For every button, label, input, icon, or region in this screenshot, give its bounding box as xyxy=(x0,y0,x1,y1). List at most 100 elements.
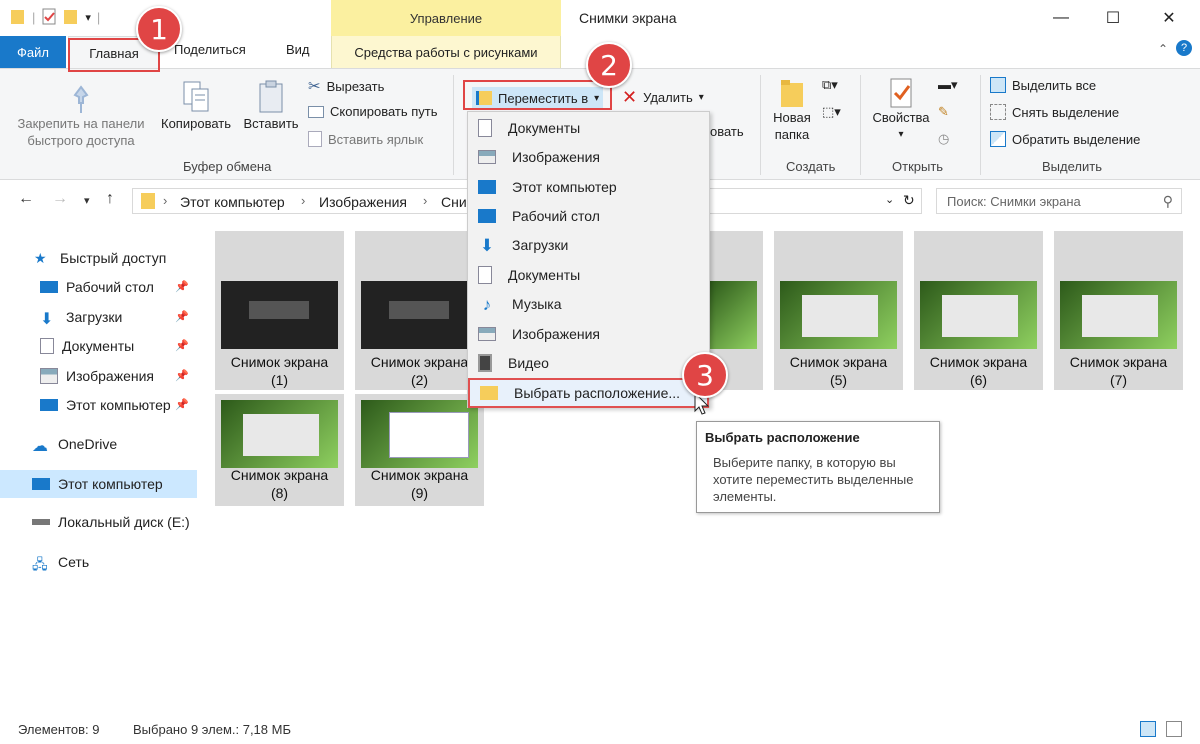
ribbon-collapse-icon[interactable]: ⌃ xyxy=(1158,42,1168,56)
thumbnail xyxy=(780,281,897,349)
sidebar-item-pictures[interactable]: Изображения 📌 xyxy=(0,363,197,389)
edit-icon[interactable]: ✎ xyxy=(938,104,949,120)
properties-icon[interactable] xyxy=(41,8,57,26)
pin-icon: 📌 xyxy=(175,281,189,293)
file-name: Снимок экрана (1) xyxy=(230,354,329,388)
sidebar-item-label: Этот компьютер xyxy=(66,397,171,413)
new-folder-icon[interactable] xyxy=(63,8,79,26)
back-icon[interactable]: ← xyxy=(18,190,34,208)
sidebar-item-desktop[interactable]: Рабочий стол 📌 xyxy=(0,274,197,300)
new-item-icon[interactable]: ⧉▾ xyxy=(822,77,838,93)
minimize-button[interactable]: — xyxy=(1038,0,1084,36)
download-icon: ⬇ xyxy=(479,235,495,255)
file-name: Снимок экрана (2) xyxy=(370,354,469,388)
chevron-down-icon: ▾ xyxy=(898,129,904,140)
delete-button[interactable]: ✕ Удалить ▾ xyxy=(622,87,704,108)
sidebar-item-network[interactable]: 🖧 Сеть xyxy=(0,549,197,575)
sidebar-item-this-pc[interactable]: Этот компьютер xyxy=(0,470,197,498)
address-dropdown-icon[interactable]: ⌄ xyxy=(885,193,894,206)
open-group-label: Открыть xyxy=(892,159,944,174)
refresh-icon[interactable]: ↻ xyxy=(903,192,915,209)
select-all-label: Выделить все xyxy=(1012,77,1097,93)
easy-access-icon[interactable]: ⬚▾ xyxy=(822,104,841,120)
breadcrumb-separator: › xyxy=(423,193,428,208)
select-none-button[interactable]: Снять выделение xyxy=(990,104,1119,120)
paste-button[interactable]: Вставить xyxy=(238,79,304,132)
breadcrumb-item[interactable]: Этот компьютер xyxy=(180,194,285,210)
sidebar-item-this-pc-pinned[interactable]: Этот компьютер 📌 xyxy=(0,392,197,418)
recent-locations-icon[interactable]: ▾ xyxy=(84,194,90,207)
close-button[interactable]: ✕ xyxy=(1146,0,1192,36)
sidebar-item-downloads[interactable]: ⬇ Загрузки 📌 xyxy=(0,304,197,330)
search-input[interactable]: Поиск: Снимки экрана ⚲ xyxy=(936,188,1182,214)
pin-label: Закрепить на панели быстрого доступа xyxy=(17,116,145,148)
large-icons-view-icon[interactable] xyxy=(1166,721,1182,737)
callout-3: 3 xyxy=(682,352,728,398)
menu-item-label: Выбрать расположение... xyxy=(514,385,681,401)
file-tile[interactable]: Снимок экрана (5) xyxy=(774,231,903,390)
tab-share[interactable]: Поделиться xyxy=(174,42,246,57)
file-tile[interactable]: Снимок экрана (7) xyxy=(1054,231,1183,390)
menu-item-label: Изображения xyxy=(512,325,600,342)
menu-item-label: Видео xyxy=(508,354,549,371)
highlight-move-to xyxy=(463,80,612,110)
menu-item-documents-2[interactable]: Документы xyxy=(468,260,709,289)
menu-item-documents[interactable]: Документы xyxy=(468,113,709,142)
file-tile[interactable]: Снимок экрана (2) xyxy=(355,231,484,390)
menu-item-this-pc[interactable]: Этот компьютер xyxy=(468,172,709,201)
history-icon[interactable]: ◷ xyxy=(938,131,949,147)
details-view-icon[interactable] xyxy=(1140,721,1156,737)
up-icon[interactable]: ↑ xyxy=(106,190,114,208)
invert-selection-button[interactable]: Обратить выделение xyxy=(990,131,1140,147)
menu-item-label: Этот компьютер xyxy=(512,178,617,195)
file-tile[interactable]: Снимок экрана (8) xyxy=(215,394,344,506)
file-tile[interactable]: Снимок экрана (6) xyxy=(914,231,1043,390)
select-all-button[interactable]: Выделить все xyxy=(990,77,1096,93)
menu-item-label: Документы xyxy=(508,266,581,283)
new-folder-button[interactable]: Новая папка xyxy=(766,77,818,143)
pin-quick-access-button[interactable]: Закрепить на панели быстрого доступа xyxy=(8,85,154,149)
copy-path-button[interactable]: Скопировать путь xyxy=(308,104,438,119)
open-icon[interactable]: ▬▾ xyxy=(938,77,958,93)
breadcrumb-item[interactable]: Изображения xyxy=(319,194,407,210)
breadcrumb-separator: › xyxy=(301,193,306,208)
menu-item-downloads[interactable]: ⬇ Загрузки xyxy=(468,230,709,259)
sidebar-item-label: Загрузки xyxy=(66,309,123,325)
maximize-button[interactable]: ☐ xyxy=(1090,0,1136,36)
desktop-icon xyxy=(40,281,58,293)
file-name: Снимок экрана (5) xyxy=(789,354,888,388)
copy-button[interactable]: Копировать xyxy=(156,79,236,132)
file-tile[interactable]: Снимок экрана (9) xyxy=(355,394,484,506)
menu-item-desktop[interactable]: Рабочий стол xyxy=(468,201,709,230)
tab-view[interactable]: Вид xyxy=(286,42,310,57)
qa-dropdown-icon[interactable]: ▾ xyxy=(85,11,91,24)
tab-picture-tools[interactable]: Средства работы с рисунками xyxy=(331,36,561,68)
select-all-icon xyxy=(990,77,1006,93)
tab-file[interactable]: Файл xyxy=(0,36,66,68)
file-name: Снимок экрана (6) xyxy=(929,354,1028,388)
menu-item-choose-location[interactable]: Выбрать расположение... xyxy=(468,378,709,408)
menu-item-music[interactable]: ♪ Музыка xyxy=(468,289,709,318)
paste-shortcut-icon xyxy=(308,131,322,147)
paste-shortcut-button[interactable]: Вставить ярлык xyxy=(308,131,423,147)
toolbar-divider: | xyxy=(96,9,101,25)
file-tile[interactable]: Снимок экрана (1) xyxy=(215,231,344,390)
sidebar-item-documents[interactable]: Документы 📌 xyxy=(0,333,197,359)
rename-button[interactable]: овать xyxy=(710,124,744,139)
callout-2: 2 xyxy=(586,42,632,88)
sidebar-item-onedrive[interactable]: ☁ OneDrive xyxy=(0,431,197,457)
forward-icon[interactable]: → xyxy=(52,190,68,208)
breadcrumb-item[interactable]: Сни xyxy=(441,194,467,210)
paste-label: Вставить xyxy=(243,116,299,131)
sidebar-item-local-disk-e[interactable]: Локальный диск (E:) xyxy=(0,509,197,535)
help-icon[interactable]: ? xyxy=(1176,40,1192,56)
properties-button[interactable]: Свойства ▾ xyxy=(866,77,936,143)
menu-item-pictures[interactable]: Изображения xyxy=(468,142,709,171)
menu-item-pictures-2[interactable]: Изображения xyxy=(468,319,709,348)
sidebar-item-label: Рабочий стол xyxy=(66,279,154,295)
pictures-icon xyxy=(478,326,496,341)
clipboard-group-label: Буфер обмена xyxy=(183,159,272,174)
sidebar-item-quick-access[interactable]: ★ Быстрый доступ xyxy=(0,245,197,271)
cut-button[interactable]: ✂ Вырезать xyxy=(308,77,384,95)
menu-item-video[interactable]: Видео xyxy=(468,348,709,377)
